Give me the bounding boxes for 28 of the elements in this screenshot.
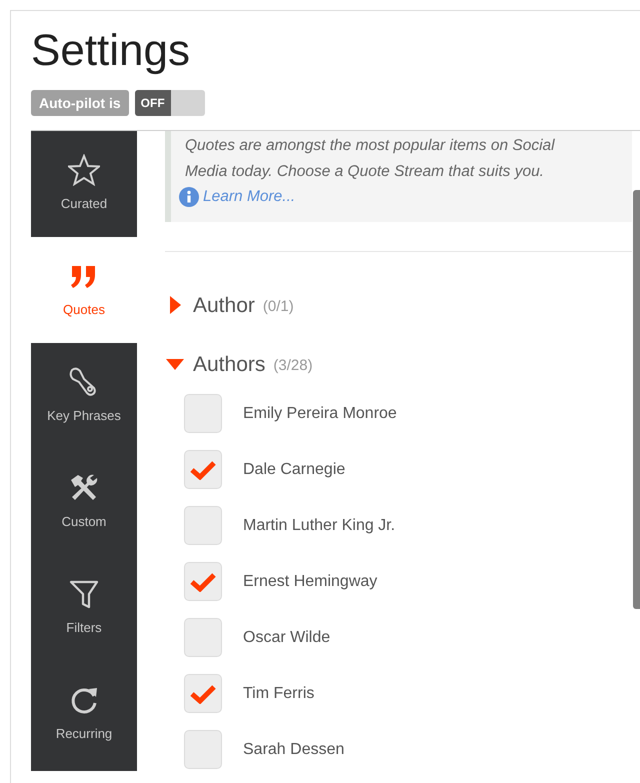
checkbox[interactable] <box>184 618 222 658</box>
checkmark-icon <box>190 460 216 480</box>
autopilot-toggle[interactable]: OFF <box>134 90 205 116</box>
checkbox[interactable] <box>184 506 222 546</box>
author-label: Oscar Wilde <box>243 628 330 648</box>
section-header[interactable]: Authors (3/28) <box>165 351 313 378</box>
info-text: Quotes are amongst the most popular items on Social Media today. Choose a Quote Stream that suits you. <box>185 136 556 182</box>
checkbox[interactable] <box>184 562 222 602</box>
sidebar-tab[interactable]: Quotes <box>31 237 137 343</box>
checkbox[interactable] <box>184 674 222 714</box>
info-icon <box>179 186 199 207</box>
star-icon <box>68 154 100 186</box>
author-label: Sarah Dessen <box>243 740 344 760</box>
checkbox[interactable] <box>184 450 222 490</box>
scrollbar[interactable] <box>633 190 640 609</box>
author-label: Tim Ferris <box>243 684 314 704</box>
checkmark-icon <box>190 572 216 592</box>
author-label: Emily Pereira Monroe <box>243 404 397 424</box>
section-header[interactable]: Author (0/1) <box>165 292 294 318</box>
checkbox[interactable] <box>184 394 222 434</box>
author-label: Martin Luther King Jr. <box>243 516 396 536</box>
author-label: Ernest Hemingway <box>243 572 378 592</box>
author-label: Dale Carnegie <box>243 460 346 480</box>
checkmark-icon <box>190 684 216 704</box>
autopilot-label: Auto-pilot is <box>31 90 129 116</box>
page-title: Settings <box>31 29 190 73</box>
checkbox[interactable] <box>184 730 222 770</box>
funnel-icon <box>68 578 100 610</box>
